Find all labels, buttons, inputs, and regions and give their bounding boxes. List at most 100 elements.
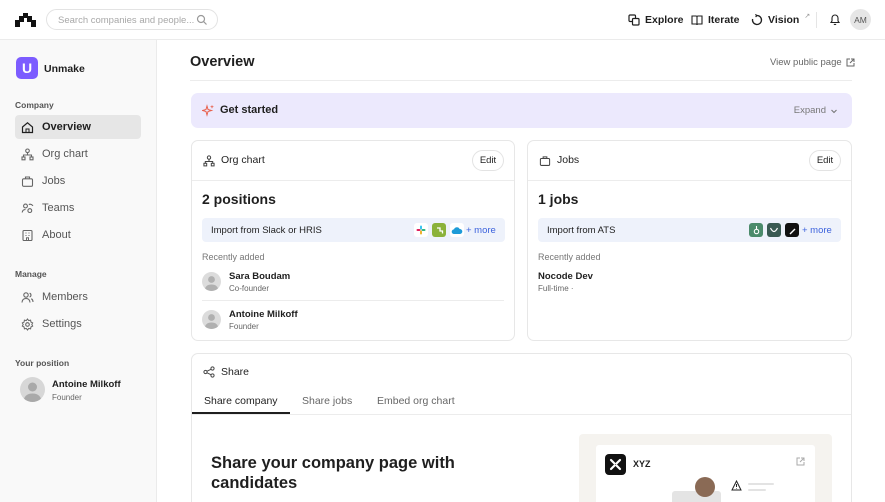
sidebar-item-label: Jobs [42, 175, 66, 187]
sidebar-item-label: About [42, 229, 71, 241]
section-label-position: Your position [15, 358, 70, 368]
company-logo[interactable]: U [16, 57, 38, 79]
avatar[interactable] [202, 310, 221, 329]
company-page-preview: XYZ [579, 434, 832, 502]
tab-share-company[interactable]: Share company [204, 395, 278, 407]
preview-avatar [695, 477, 715, 497]
get-started-banner[interactable]: Get started Expand [191, 93, 852, 128]
job-title[interactable]: Nocode Dev [538, 271, 593, 282]
external-link-mark: ↗ [804, 13, 811, 20]
sidebar-item-label: Settings [42, 318, 82, 330]
slack-icon [414, 223, 428, 237]
edit-jobs-button[interactable]: Edit [809, 150, 841, 171]
position-name[interactable]: Antoine Milkoff [52, 379, 121, 390]
positions-count: 2 positions [202, 191, 276, 207]
get-started-title: Get started [220, 104, 279, 116]
search-icon [196, 14, 207, 25]
active-tab-indicator [192, 412, 290, 414]
sidebar-item-label: Teams [42, 202, 75, 214]
section-label-company: Company [15, 100, 54, 110]
edit-org-chart-button[interactable]: Edit [472, 150, 504, 171]
share-icon [203, 366, 215, 378]
sidebar-item-label: Members [42, 291, 88, 303]
warning-icon [731, 480, 742, 491]
sidebar-item-jobs[interactable]: Jobs [15, 169, 141, 193]
iterate-icon [691, 15, 703, 26]
jobs-card: Jobs Edit 1 jobs Import from ATS + more … [527, 140, 852, 341]
card-title: Org chart [221, 154, 265, 166]
ats-greenhouse-icon [749, 223, 763, 237]
preview-company-name: XYZ [633, 459, 651, 469]
building-icon [22, 229, 33, 241]
card-title: Jobs [557, 154, 580, 166]
expand-button[interactable]: Expand [794, 105, 838, 116]
card-header: Org chart Edit [192, 141, 514, 181]
members-icon [21, 291, 34, 303]
title-divider [190, 80, 852, 81]
preview-text-line [748, 483, 774, 485]
nav-vision[interactable]: Vision ↗ [751, 12, 810, 28]
nav-vision-label: Vision [768, 14, 800, 26]
sidebar-item-label: Org chart [42, 148, 88, 160]
person-placeholder-icon [23, 382, 42, 402]
person-placeholder-icon [204, 276, 219, 291]
person-placeholder-icon [204, 314, 219, 329]
external-link-icon [796, 457, 805, 466]
teams-icon [21, 203, 34, 213]
import-slack-hris-row[interactable]: Import from Slack or HRIS + more [202, 218, 505, 242]
jobs-count: 1 jobs [538, 191, 579, 207]
recently-added-label: Recently added [538, 252, 601, 262]
sidebar-item-org-chart[interactable]: Org chart [15, 142, 141, 166]
tabs-divider [192, 414, 851, 415]
sparkle-icon [202, 104, 214, 117]
app-logo-icon[interactable] [14, 12, 37, 28]
search-box[interactable]: Search companies and people... [46, 9, 218, 30]
xyz-logo-icon [609, 458, 622, 471]
sidebar-item-members[interactable]: Members [15, 285, 141, 309]
tab-share-jobs[interactable]: Share jobs [302, 395, 352, 407]
expand-label: Expand [793, 105, 826, 116]
search-input[interactable]: Search companies and people... [58, 15, 194, 26]
hris-icon [432, 223, 446, 237]
explore-icon [628, 14, 640, 26]
company-name[interactable]: Unmake [44, 63, 85, 75]
view-public-page-link[interactable]: View public page [770, 57, 855, 68]
person-name[interactable]: Antoine Milkoff [229, 309, 298, 320]
nav-iterate[interactable]: Iterate [691, 12, 740, 28]
user-avatar[interactable]: AM [850, 9, 871, 30]
org-chart-card: Org chart Edit 2 positions Import from S… [191, 140, 515, 341]
cloud-icon [450, 223, 464, 237]
nav-explore[interactable]: Explore [628, 12, 684, 28]
tab-embed-org-chart[interactable]: Embed org chart [377, 395, 455, 407]
xyz-logo [605, 454, 626, 475]
ats-pen-icon [785, 223, 799, 237]
import-ats-row[interactable]: Import from ATS + more [538, 218, 841, 242]
integration-icons [749, 223, 799, 237]
section-label-manage: Manage [15, 269, 47, 279]
share-title: Share [221, 366, 250, 378]
briefcase-icon [539, 156, 551, 166]
position-role: Founder [52, 393, 82, 402]
ats-lever-icon [767, 223, 781, 237]
sidebar-item-overview[interactable]: Overview [15, 115, 141, 139]
sidebar-item-settings[interactable]: Settings [15, 312, 141, 336]
avatar[interactable] [20, 377, 45, 402]
recently-added-label: Recently added [202, 252, 265, 262]
page-title: Overview [190, 54, 255, 70]
nav-iterate-label: Iterate [708, 14, 740, 26]
sidebar-item-teams[interactable]: Teams [15, 196, 141, 220]
person-name[interactable]: Sara Boudam [229, 271, 290, 282]
share-headline: Share your company page with candidates [211, 454, 455, 492]
org-chart-icon [203, 155, 215, 167]
chevron-down-icon [831, 109, 837, 113]
sidebar-item-about[interactable]: About [15, 223, 141, 247]
card-header: Jobs Edit [528, 141, 851, 181]
avatar[interactable] [202, 272, 221, 291]
home-icon [21, 121, 34, 133]
job-meta: Full-time · [538, 284, 574, 293]
more-integrations-link[interactable]: + more [802, 225, 832, 236]
person-role: Co-founder [229, 284, 270, 293]
bell-icon[interactable] [829, 13, 841, 26]
more-integrations-link[interactable]: + more [466, 225, 496, 236]
vision-icon [751, 14, 763, 26]
